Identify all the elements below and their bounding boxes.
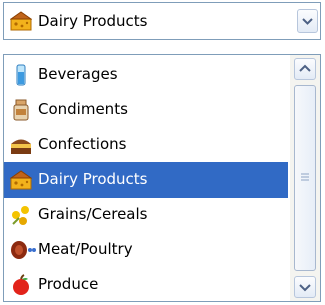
list-item-dairy-products[interactable]: Dairy Products xyxy=(4,162,288,198)
list-item-meat-poultry[interactable]: Meat/Poultry xyxy=(4,232,288,268)
selected-value: Dairy Products xyxy=(38,12,148,30)
list-item-produce[interactable]: Produce xyxy=(4,267,288,301)
category-dropdown-list[interactable]: Beverages Condiments Confections Dairy P… xyxy=(3,54,321,302)
vertical-scrollbar[interactable] xyxy=(290,55,320,301)
chevron-down-icon xyxy=(302,18,313,25)
grain-icon xyxy=(10,204,32,226)
cake-icon xyxy=(10,134,32,156)
cheese-icon xyxy=(10,10,32,32)
list-item-label: Produce xyxy=(38,275,99,293)
apple-icon xyxy=(10,274,32,296)
list-item-label: Dairy Products xyxy=(38,170,148,188)
list-item-label: Grains/Cereals xyxy=(38,205,148,223)
list-item-label: Meat/Poultry xyxy=(38,240,133,258)
list-item-confections[interactable]: Confections xyxy=(4,127,288,163)
glass-icon xyxy=(10,64,32,86)
jar-icon xyxy=(10,99,32,121)
category-combobox[interactable]: Dairy Products xyxy=(3,2,321,40)
chevron-up-icon xyxy=(299,64,311,72)
list-item-label: Confections xyxy=(38,135,127,153)
scrollbar-thumb[interactable] xyxy=(294,85,316,271)
scroll-down-button[interactable] xyxy=(294,276,316,298)
list-item-label: Beverages xyxy=(38,65,118,83)
list-item-grains-cereals[interactable]: Grains/Cereals xyxy=(4,197,288,233)
list-item-condiments[interactable]: Condiments xyxy=(4,92,288,128)
dropdown-button[interactable] xyxy=(297,9,318,33)
list-item-beverages[interactable]: Beverages xyxy=(4,57,288,93)
scroll-up-button[interactable] xyxy=(294,58,316,80)
cheese-icon xyxy=(10,169,32,191)
meat-icon xyxy=(10,239,40,261)
list-item-label: Condiments xyxy=(38,100,128,118)
grip-icon xyxy=(301,173,309,181)
chevron-down-icon xyxy=(299,284,311,292)
